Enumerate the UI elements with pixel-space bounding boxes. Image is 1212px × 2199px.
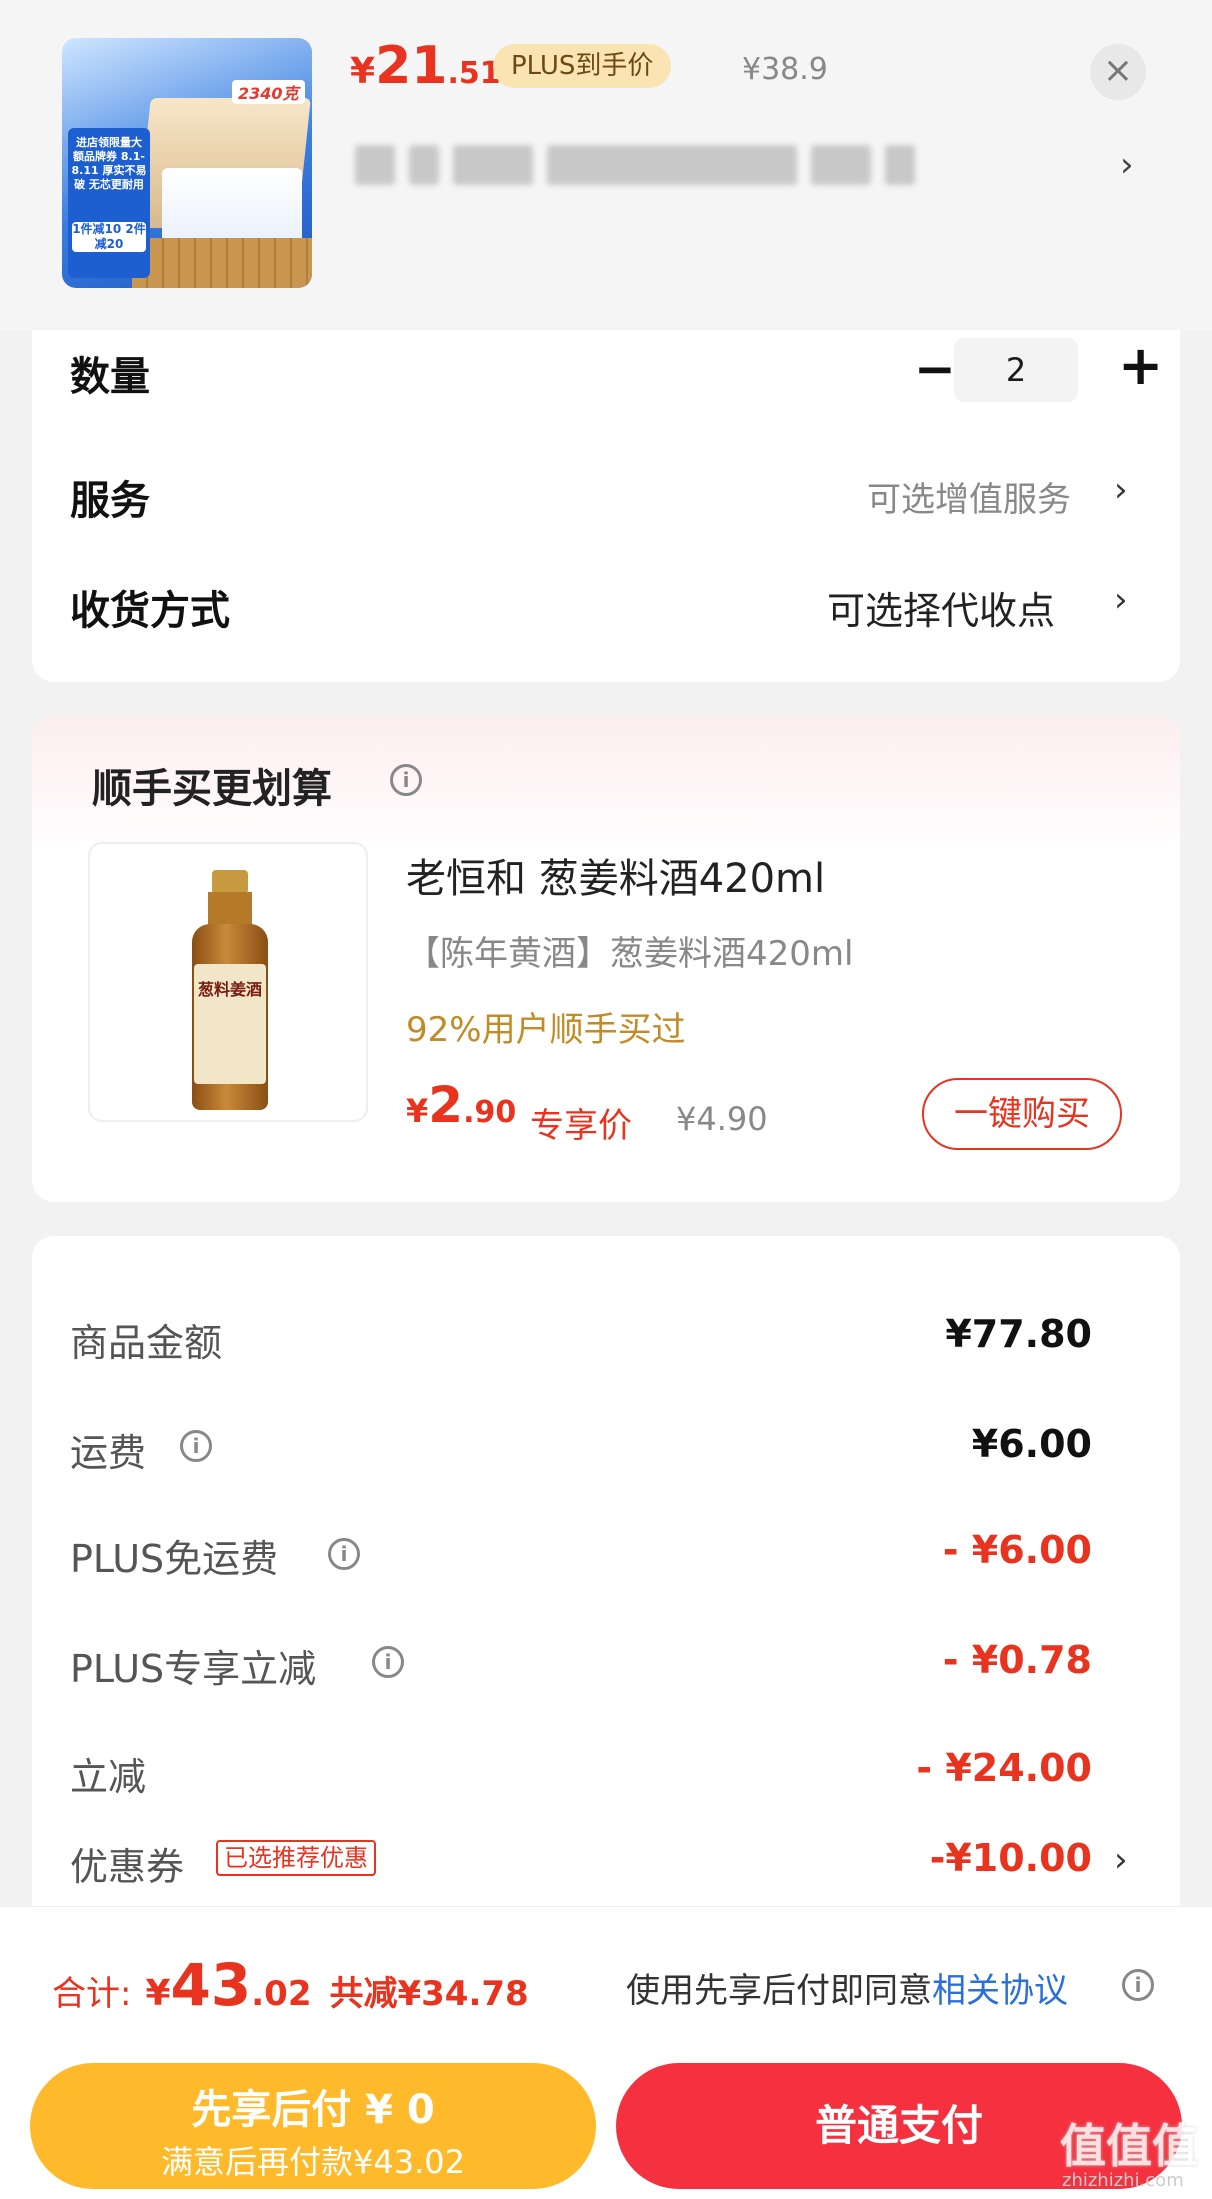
summary-value-plus-free-shipping: - ¥6.00 [942,1528,1092,1572]
total-integer: 43 [170,1951,252,2019]
delivery-value[interactable]: 可选择代收点 [827,580,1055,635]
price-integer: 21 [375,36,448,96]
blur-block [547,145,797,185]
quantity-input[interactable]: 2 [954,338,1078,402]
quantity-minus-button[interactable]: − [914,340,956,398]
bottle-label: 葱料姜酒 [194,964,266,1084]
addon-original-price: ¥4.90 [676,1100,768,1138]
total-currency: ¥ [145,1973,171,2014]
info-icon[interactable]: i [390,764,422,796]
buy-now-pay-later-button[interactable]: 先享后付 ¥ 0 满意后再付款¥43.02 [30,2063,596,2189]
order-total: 合计: ¥ 43 .02 共减¥34.78 [52,1951,529,2019]
bottle-cap [212,870,248,894]
delivery-chevron-icon[interactable]: › [1114,580,1128,620]
coupon-recommended-tag[interactable]: 已选推荐优惠 [216,1840,376,1876]
info-icon[interactable]: i [372,1646,404,1678]
summary-value-plus-discount: - ¥0.78 [942,1638,1092,1682]
thumbnail-tag: 进店领限量大额品牌券 8.1-8.11 厚实不易破 无芯更耐用 1件减10 2件… [68,128,150,278]
service-label: 服务 [70,478,150,524]
coupon-chevron-icon[interactable]: › [1114,1840,1128,1880]
summary-label-plus-discount: PLUS专享立减 [70,1647,317,1691]
watermark-url: zhizhizhi.com [1062,2170,1184,2191]
addon-price-currency: ¥ [406,1092,429,1130]
watermark-logo: 值值值 [1060,2119,1198,2173]
blur-block [355,145,395,185]
delivery-label: 收货方式 [70,588,230,634]
summary-label-instant-discount: 立减 [70,1755,147,1799]
blur-block [885,145,915,185]
summary-value-coupon[interactable]: -¥10.00 [930,1836,1092,1880]
thumbnail-promo: 1件减10 2件减20 [72,222,146,252]
addon-product-subtitle: 【陈年黄酒】葱姜料酒420ml [406,934,854,974]
summary-label-coupon: 优惠券 [70,1845,185,1889]
addon-exclusive-label: 专享价 [530,1106,632,1146]
blur-block [409,145,439,185]
info-icon[interactable]: i [180,1430,212,1462]
service-value[interactable]: 可选增值服务 [867,472,1071,521]
total-label: 合计: [52,1974,132,2014]
summary-label-plus-free-shipping: PLUS免运费 [70,1537,279,1581]
checkout-sheet: 2340克 进店领限量大额品牌券 8.1-8.11 厚实不易破 无芯更耐用 1件… [0,0,1212,2199]
spec-chevron-icon[interactable]: › [1120,145,1134,185]
addon-product-image[interactable]: 葱料姜酒 [88,842,368,1122]
total-decimal: .02 [251,1974,312,2014]
bottle-neck [208,892,252,928]
thumbnail-deck [132,238,312,288]
price-summary-card: 商品金额 ¥77.80 运费 i ¥6.00 PLUS免运费 i - ¥6.00… [32,1236,1180,1916]
order-options-card: 数量 − 2 + 服务 可选增值服务 › 收货方式 可选择代收点 › [32,330,1180,682]
agreement-prefix: 使用先享后付即同意 [626,1971,932,2011]
addon-bought-note: 92%用户顺手买过 [406,1010,686,1050]
thumbnail-tag-text: 进店领限量大额品牌券 8.1-8.11 厚实不易破 无芯更耐用 [71,136,147,191]
bnpl-title: 先享后付 ¥ 0 [191,2087,435,2133]
addon-price: ¥ 2 .90 [406,1076,516,1134]
blur-block [811,145,871,185]
service-chevron-icon[interactable]: › [1114,470,1128,510]
price-currency: ¥ [350,51,376,92]
blurred-spec-selector[interactable] [355,135,955,195]
thumbnail-weight: 2340克 [232,80,305,104]
close-icon[interactable]: × [1090,44,1146,100]
addon-price-decimal: .90 [463,1095,517,1130]
current-price: ¥ 21 .51 [350,36,501,96]
bnpl-subtitle: 满意后再付款¥43.02 [161,2143,465,2181]
agreement-link[interactable]: 相关协议 [932,1971,1068,2011]
original-price: ¥38.9 [742,52,828,87]
product-thumbnail: 2340克 进店领限量大额品牌券 8.1-8.11 厚实不易破 无芯更耐用 1件… [62,38,312,288]
summary-value-shipping: ¥6.00 [971,1422,1092,1466]
addon-price-integer: 2 [428,1076,464,1134]
total-saved: 共减¥34.78 [329,1974,529,2014]
info-icon[interactable]: i [1122,1969,1154,2001]
summary-value-goods: ¥77.80 [945,1312,1092,1356]
info-icon[interactable]: i [328,1538,360,1570]
agreement-text: 使用先享后付即同意相关协议 [626,1963,1068,2012]
addon-product-name[interactable]: 老恒和 葱姜料酒420ml [406,846,825,904]
blur-block [453,145,533,185]
addon-card: 顺手买更划算 i 葱料姜酒 老恒和 葱姜料酒420ml 【陈年黄酒】葱姜料酒42… [32,716,1180,1202]
quantity-plus-button[interactable]: + [1118,334,1163,397]
plus-price-badge: PLUS到手价 [493,44,672,88]
product-header: 2340克 进店领限量大额品牌券 8.1-8.11 厚实不易破 无芯更耐用 1件… [0,0,1212,330]
addon-title: 顺手买更划算 [92,766,332,812]
summary-label-goods: 商品金额 [70,1321,223,1365]
summary-label-shipping: 运费 [70,1431,147,1475]
one-click-buy-button[interactable]: 一键购买 [922,1078,1122,1150]
summary-value-instant-discount: - ¥24.00 [916,1746,1092,1790]
quantity-label: 数量 [70,354,150,400]
checkout-bar: 合计: ¥ 43 .02 共减¥34.78 使用先享后付即同意相关协议 i 先享… [0,1906,1212,2199]
